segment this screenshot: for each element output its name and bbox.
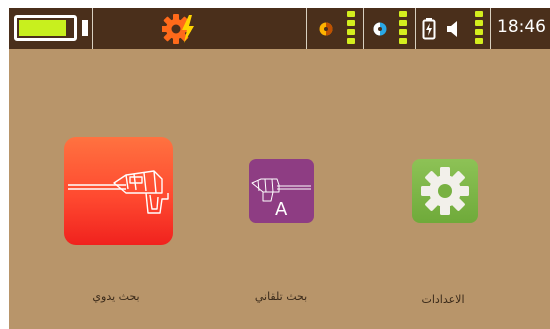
manual-search-button[interactable] [64, 137, 173, 245]
level-meter [347, 11, 355, 45]
battery-charge-icon [422, 18, 436, 40]
manual-search-label[interactable]: بحث يدوي [92, 290, 139, 303]
status-separator [306, 8, 307, 49]
manual-detector-icon [68, 170, 169, 214]
auto-search-button[interactable]: A [249, 159, 314, 223]
status-separator [363, 8, 364, 49]
status-separator [92, 8, 93, 49]
auto-search-label[interactable]: بحث تلقاني [255, 290, 307, 303]
speaker-icon[interactable] [445, 20, 463, 38]
auto-badge: A [275, 199, 288, 220]
battery-level-fill [19, 20, 66, 36]
battery-tip [82, 20, 88, 36]
volume-level-meter [475, 11, 483, 45]
sensor-b-icon [373, 22, 387, 36]
status-bar: 18:46 [9, 8, 550, 49]
device-screen: 18:46 A بحث يدوي بحث تلقاني الاعدادات [9, 8, 550, 329]
level-meter [399, 11, 407, 45]
status-separator [415, 8, 416, 49]
settings-alert-icon[interactable] [162, 12, 198, 46]
sensor-a-icon [319, 22, 333, 36]
auto-detector-icon: A [251, 178, 311, 220]
status-separator [490, 8, 491, 49]
clock: 18:46 [497, 17, 546, 37]
settings-button[interactable] [412, 159, 478, 223]
settings-label[interactable]: الاعدادات [421, 293, 464, 306]
gear-icon [421, 167, 469, 215]
battery-icon [14, 15, 77, 41]
